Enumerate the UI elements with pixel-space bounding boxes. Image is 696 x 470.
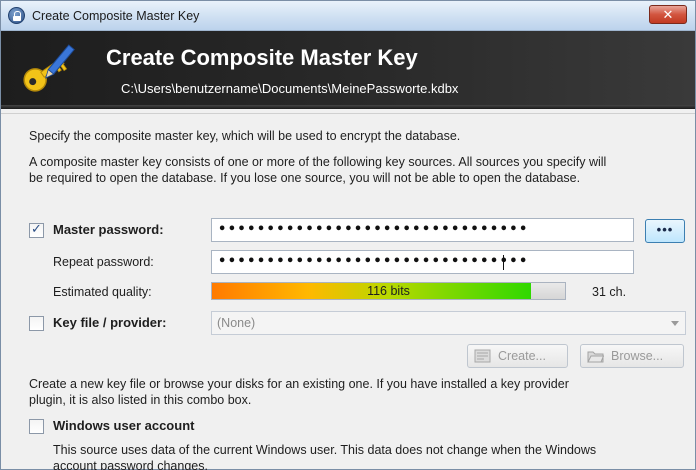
close-button[interactable]: ✕ — [649, 5, 687, 24]
master-password-checkbox[interactable] — [29, 222, 44, 238]
windows-account-label: Windows user account — [53, 418, 195, 433]
key-file-hint-b: plugin, it is also listed in this combo … — [29, 393, 252, 407]
key-file-combobox[interactable]: (None) — [211, 311, 686, 335]
header-banner: Create Composite Master Key C:\Users\ben… — [1, 31, 695, 109]
intro-text-2a: A composite master key consists of one o… — [29, 155, 607, 169]
windows-account-hint-a: This source uses data of the current Win… — [53, 443, 597, 457]
repeat-password-value: •••••••••••••••••••••••••••••••• — [218, 254, 529, 269]
master-password-value: •••••••••••••••••••••••••••••••• — [218, 222, 529, 237]
windows-account-hint-b: account password changes. — [53, 459, 208, 470]
quality-bar: 116 bits — [211, 282, 566, 300]
key-file-label: Key file / provider: — [53, 315, 167, 330]
key-file-checkbox[interactable] — [29, 316, 44, 331]
banner-title: Create Composite Master Key — [106, 45, 418, 70]
divider — [1, 113, 695, 114]
master-password-label: Master password: — [53, 222, 164, 237]
window-title: Create Composite Master Key — [32, 9, 200, 23]
quality-char-count: 31 ch. — [592, 285, 627, 299]
dialog-window: Create Composite Master Key ✕ Create Com… — [0, 0, 696, 470]
show-password-button[interactable]: ••• — [645, 219, 685, 243]
key-file-selected: (None) — [217, 316, 256, 330]
dropdown-arrow-icon — [671, 321, 679, 326]
browse-folder-icon — [587, 351, 604, 363]
key-pen-icon — [23, 44, 75, 92]
browse-button-label: Browse... — [611, 349, 664, 363]
lock-icon — [8, 7, 25, 24]
create-file-icon — [474, 349, 491, 363]
quality-bits: 116 bits — [367, 284, 410, 298]
key-file-hint-a: Create a new key file or browse your dis… — [29, 377, 569, 391]
create-button-label: Create... — [498, 349, 546, 363]
text-caret — [503, 255, 504, 270]
repeat-password-label: Repeat password: — [53, 255, 154, 269]
quality-label: Estimated quality: — [53, 285, 152, 299]
intro-text-2b: be required to open the database. If you… — [29, 171, 581, 185]
title-bar[interactable]: Create Composite Master Key ✕ — [1, 1, 695, 31]
master-password-input[interactable]: •••••••••••••••••••••••••••••••• — [211, 218, 634, 242]
create-key-file-button[interactable]: Create... — [467, 344, 568, 368]
intro-text: Specify the composite master key, which … — [29, 129, 461, 143]
repeat-password-input[interactable]: •••••••••••••••••••••••••••••••• — [211, 250, 634, 274]
browse-key-file-button[interactable]: Browse... — [580, 344, 684, 368]
database-path: C:\Users\benutzername\Documents\MeinePas… — [121, 81, 459, 96]
windows-account-checkbox[interactable] — [29, 419, 44, 434]
